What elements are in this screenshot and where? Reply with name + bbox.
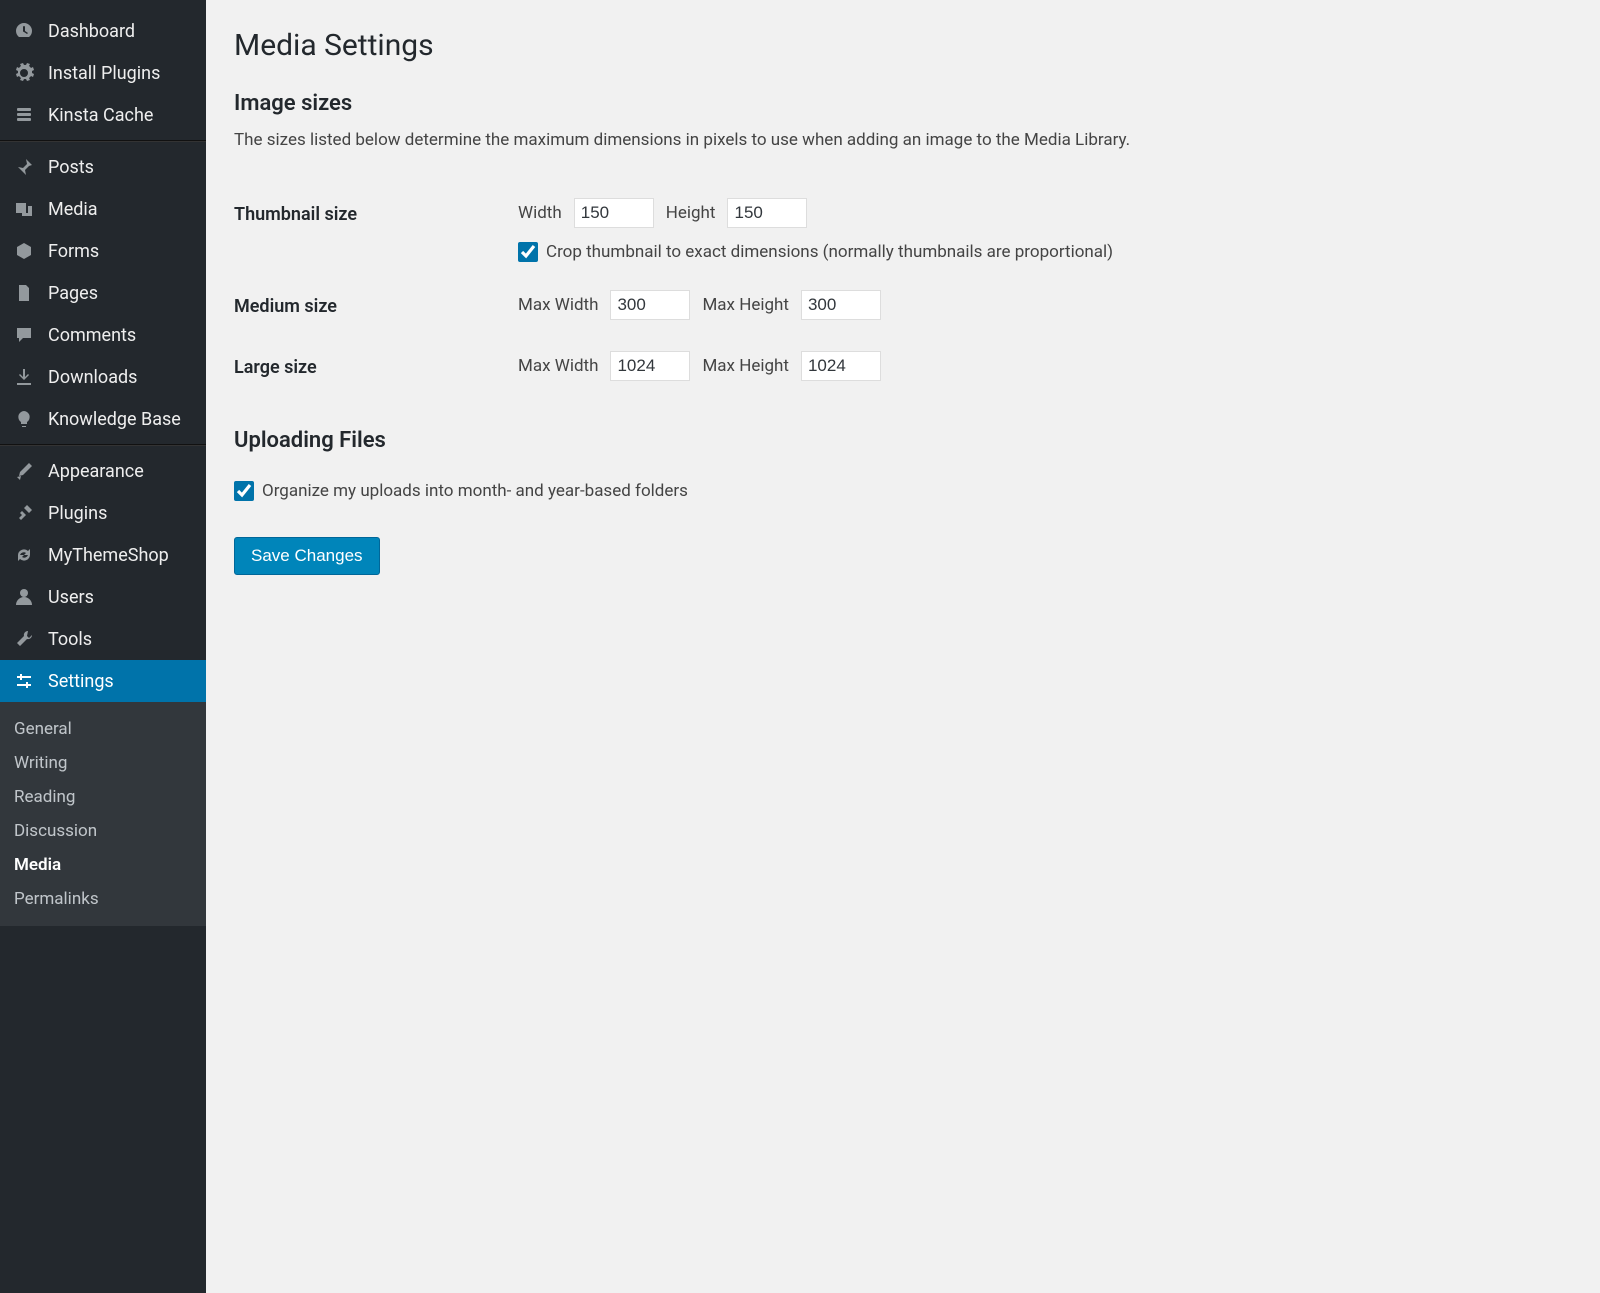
submenu-item-permalinks[interactable]: Permalinks [0,882,206,916]
bulb-icon [12,407,36,431]
sidebar-item-label: Comments [48,325,136,346]
sidebar-item-dashboard[interactable]: Dashboard [0,10,206,52]
sidebar-item-label: Dashboard [48,21,135,42]
sidebar-item-posts[interactable]: Posts [0,146,206,188]
large-maxheight-label: Max Height [702,356,789,376]
thumbnail-height-input[interactable] [727,198,807,228]
admin-sidebar: Dashboard Install Plugins Kinsta Cache Post… [0,0,206,1293]
sidebar-item-media[interactable]: Media [0,188,206,230]
thumbnail-width-label: Width [518,203,562,223]
sidebar-item-install-plugins[interactable]: Install Plugins [0,52,206,94]
large-size-label: Large size [234,337,518,398]
sidebar-item-forms[interactable]: Forms [0,230,206,272]
page-title: Media Settings [234,28,1572,63]
comment-icon [12,323,36,347]
submenu-item-media[interactable]: Media [0,848,206,882]
sidebar-item-kinsta-cache[interactable]: Kinsta Cache [0,94,206,136]
sidebar-item-tools[interactable]: Tools [0,618,206,660]
sidebar-item-pages[interactable]: Pages [0,272,206,314]
large-maxheight-input[interactable] [801,351,881,381]
sidebar-item-label: Kinsta Cache [48,105,153,126]
thumbnail-crop-checkbox[interactable] [518,242,538,262]
thumbnail-crop-label[interactable]: Crop thumbnail to exact dimensions (norm… [546,242,1113,262]
content-area: Media Settings Image sizes The sizes lis… [206,0,1600,1293]
pages-icon [12,281,36,305]
thumbnail-size-label: Thumbnail size [234,184,518,276]
pin-icon [12,155,36,179]
submenu-item-reading[interactable]: Reading [0,780,206,814]
section-uploading-files: Uploading Files [234,428,1572,453]
image-sizes-table: Thumbnail size Width Height Crop thumbna… [234,184,1572,398]
sidebar-item-label: Settings [48,671,114,692]
sidebar-item-downloads[interactable]: Downloads [0,356,206,398]
sidebar-item-mythemeshop[interactable]: MyThemeShop [0,534,206,576]
sidebar-item-label: Appearance [48,461,144,482]
section-image-sizes: Image sizes [234,91,1572,116]
media-icon [12,197,36,221]
sidebar-item-label: Tools [48,629,92,650]
hex-icon [12,239,36,263]
download-icon [12,365,36,389]
stack-icon [12,103,36,127]
sidebar-item-label: Install Plugins [48,63,160,84]
sidebar-item-label: Plugins [48,503,107,524]
medium-maxheight-input[interactable] [801,290,881,320]
large-maxwidth-input[interactable] [610,351,690,381]
organize-uploads-checkbox[interactable] [234,481,254,501]
sidebar-item-users[interactable]: Users [0,576,206,618]
wrench-icon [12,627,36,651]
brush-icon [12,459,36,483]
sidebar-item-label: Users [48,587,94,608]
sidebar-item-settings[interactable]: Settings [0,660,206,702]
user-icon [12,585,36,609]
medium-size-label: Medium size [234,276,518,337]
medium-maxheight-label: Max Height [702,295,789,315]
sidebar-item-label: Media [48,199,98,220]
settings-submenu: GeneralWritingReadingDiscussionMediaPerm… [0,702,206,926]
gear-icon [12,61,36,85]
organize-uploads-label[interactable]: Organize my uploads into month- and year… [262,481,688,501]
save-changes-button[interactable]: Save Changes [234,537,380,575]
sidebar-item-label: Forms [48,241,99,262]
sidebar-item-label: MyThemeShop [48,545,169,566]
sidebar-item-knowledge-base[interactable]: Knowledge Base [0,398,206,440]
sidebar-item-label: Posts [48,157,94,178]
plug-icon [12,501,36,525]
thumbnail-width-input[interactable] [574,198,654,228]
submenu-item-writing[interactable]: Writing [0,746,206,780]
sidebar-item-plugins[interactable]: Plugins [0,492,206,534]
sidebar-item-label: Pages [48,283,98,304]
large-maxwidth-label: Max Width [518,356,598,376]
medium-maxwidth-label: Max Width [518,295,598,315]
sliders-icon [12,669,36,693]
thumbnail-height-label: Height [666,203,716,223]
submenu-item-general[interactable]: General [0,712,206,746]
sidebar-item-appearance[interactable]: Appearance [0,450,206,492]
dashboard-icon [12,19,36,43]
submenu-item-discussion[interactable]: Discussion [0,814,206,848]
sidebar-item-label: Knowledge Base [48,409,181,430]
refresh-icon [12,543,36,567]
sidebar-item-label: Downloads [48,367,137,388]
image-sizes-description: The sizes listed below determine the max… [234,130,1572,150]
medium-maxwidth-input[interactable] [610,290,690,320]
sidebar-item-comments[interactable]: Comments [0,314,206,356]
